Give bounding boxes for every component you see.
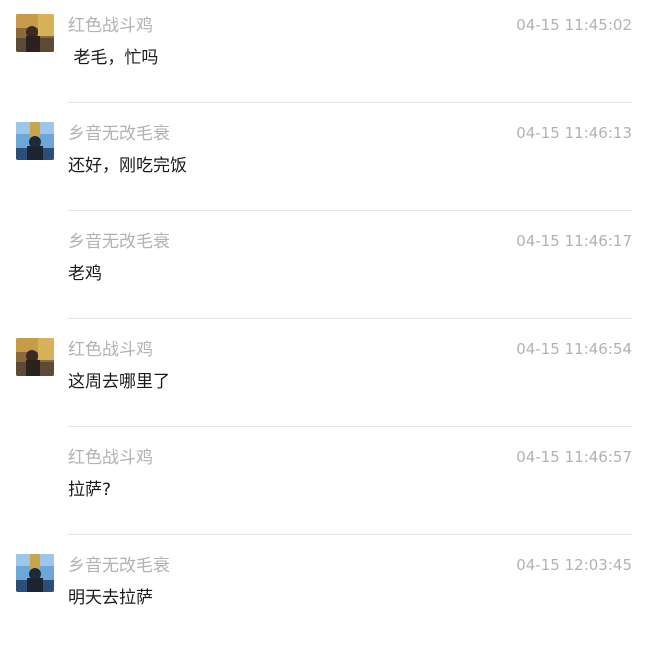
sender-name: 红色战斗鸡 xyxy=(68,448,153,468)
message-item: 红色战斗鸡 04-15 11:46:57 拉萨? xyxy=(0,432,660,540)
message-divider xyxy=(68,210,632,211)
message-timestamp: 04-15 12:03:45 xyxy=(516,556,632,574)
avatar[interactable] xyxy=(16,122,54,160)
message-text: 还好，刚吃完饭 xyxy=(68,156,187,176)
message-timestamp: 04-15 11:46:17 xyxy=(516,232,632,250)
message-item: 乡音无改毛衰 04-15 12:03:45 明天去拉萨 xyxy=(0,540,660,648)
message-item: 乡音无改毛衰 04-15 11:46:17 老鸡 xyxy=(0,216,660,324)
sender-name: 乡音无改毛衰 xyxy=(68,556,170,576)
message-text: 这周去哪里了 xyxy=(68,372,170,392)
message-item: 红色战斗鸡 04-15 11:45:02 老毛，忙吗 xyxy=(0,0,660,108)
message-item: 红色战斗鸡 04-15 11:46:54 这周去哪里了 xyxy=(0,324,660,432)
avatar[interactable] xyxy=(16,554,54,592)
avatar[interactable] xyxy=(16,14,54,52)
sender-name: 红色战斗鸡 xyxy=(68,340,153,360)
message-timestamp: 04-15 11:46:13 xyxy=(516,124,632,142)
message-divider xyxy=(68,534,632,535)
message-text: 拉萨? xyxy=(68,480,112,500)
message-timestamp: 04-15 11:45:02 xyxy=(516,16,632,34)
message-divider xyxy=(68,426,632,427)
message-timestamp: 04-15 11:46:57 xyxy=(516,448,632,466)
message-divider xyxy=(68,318,632,319)
message-text: 明天去拉萨 xyxy=(68,588,153,608)
message-timestamp: 04-15 11:46:54 xyxy=(516,340,632,358)
message-text: 老鸡 xyxy=(68,264,102,284)
message-text: 老毛，忙吗 xyxy=(68,48,159,68)
sender-name: 乡音无改毛衰 xyxy=(68,124,170,144)
chat-history: 红色战斗鸡 04-15 11:45:02 老毛，忙吗 乡音无改毛衰 04-15 … xyxy=(0,0,660,641)
avatar[interactable] xyxy=(16,338,54,376)
sender-name: 红色战斗鸡 xyxy=(68,16,153,36)
message-item: 乡音无改毛衰 04-15 11:46:13 还好，刚吃完饭 xyxy=(0,108,660,216)
sender-name: 乡音无改毛衰 xyxy=(68,232,170,252)
message-divider xyxy=(68,102,632,103)
